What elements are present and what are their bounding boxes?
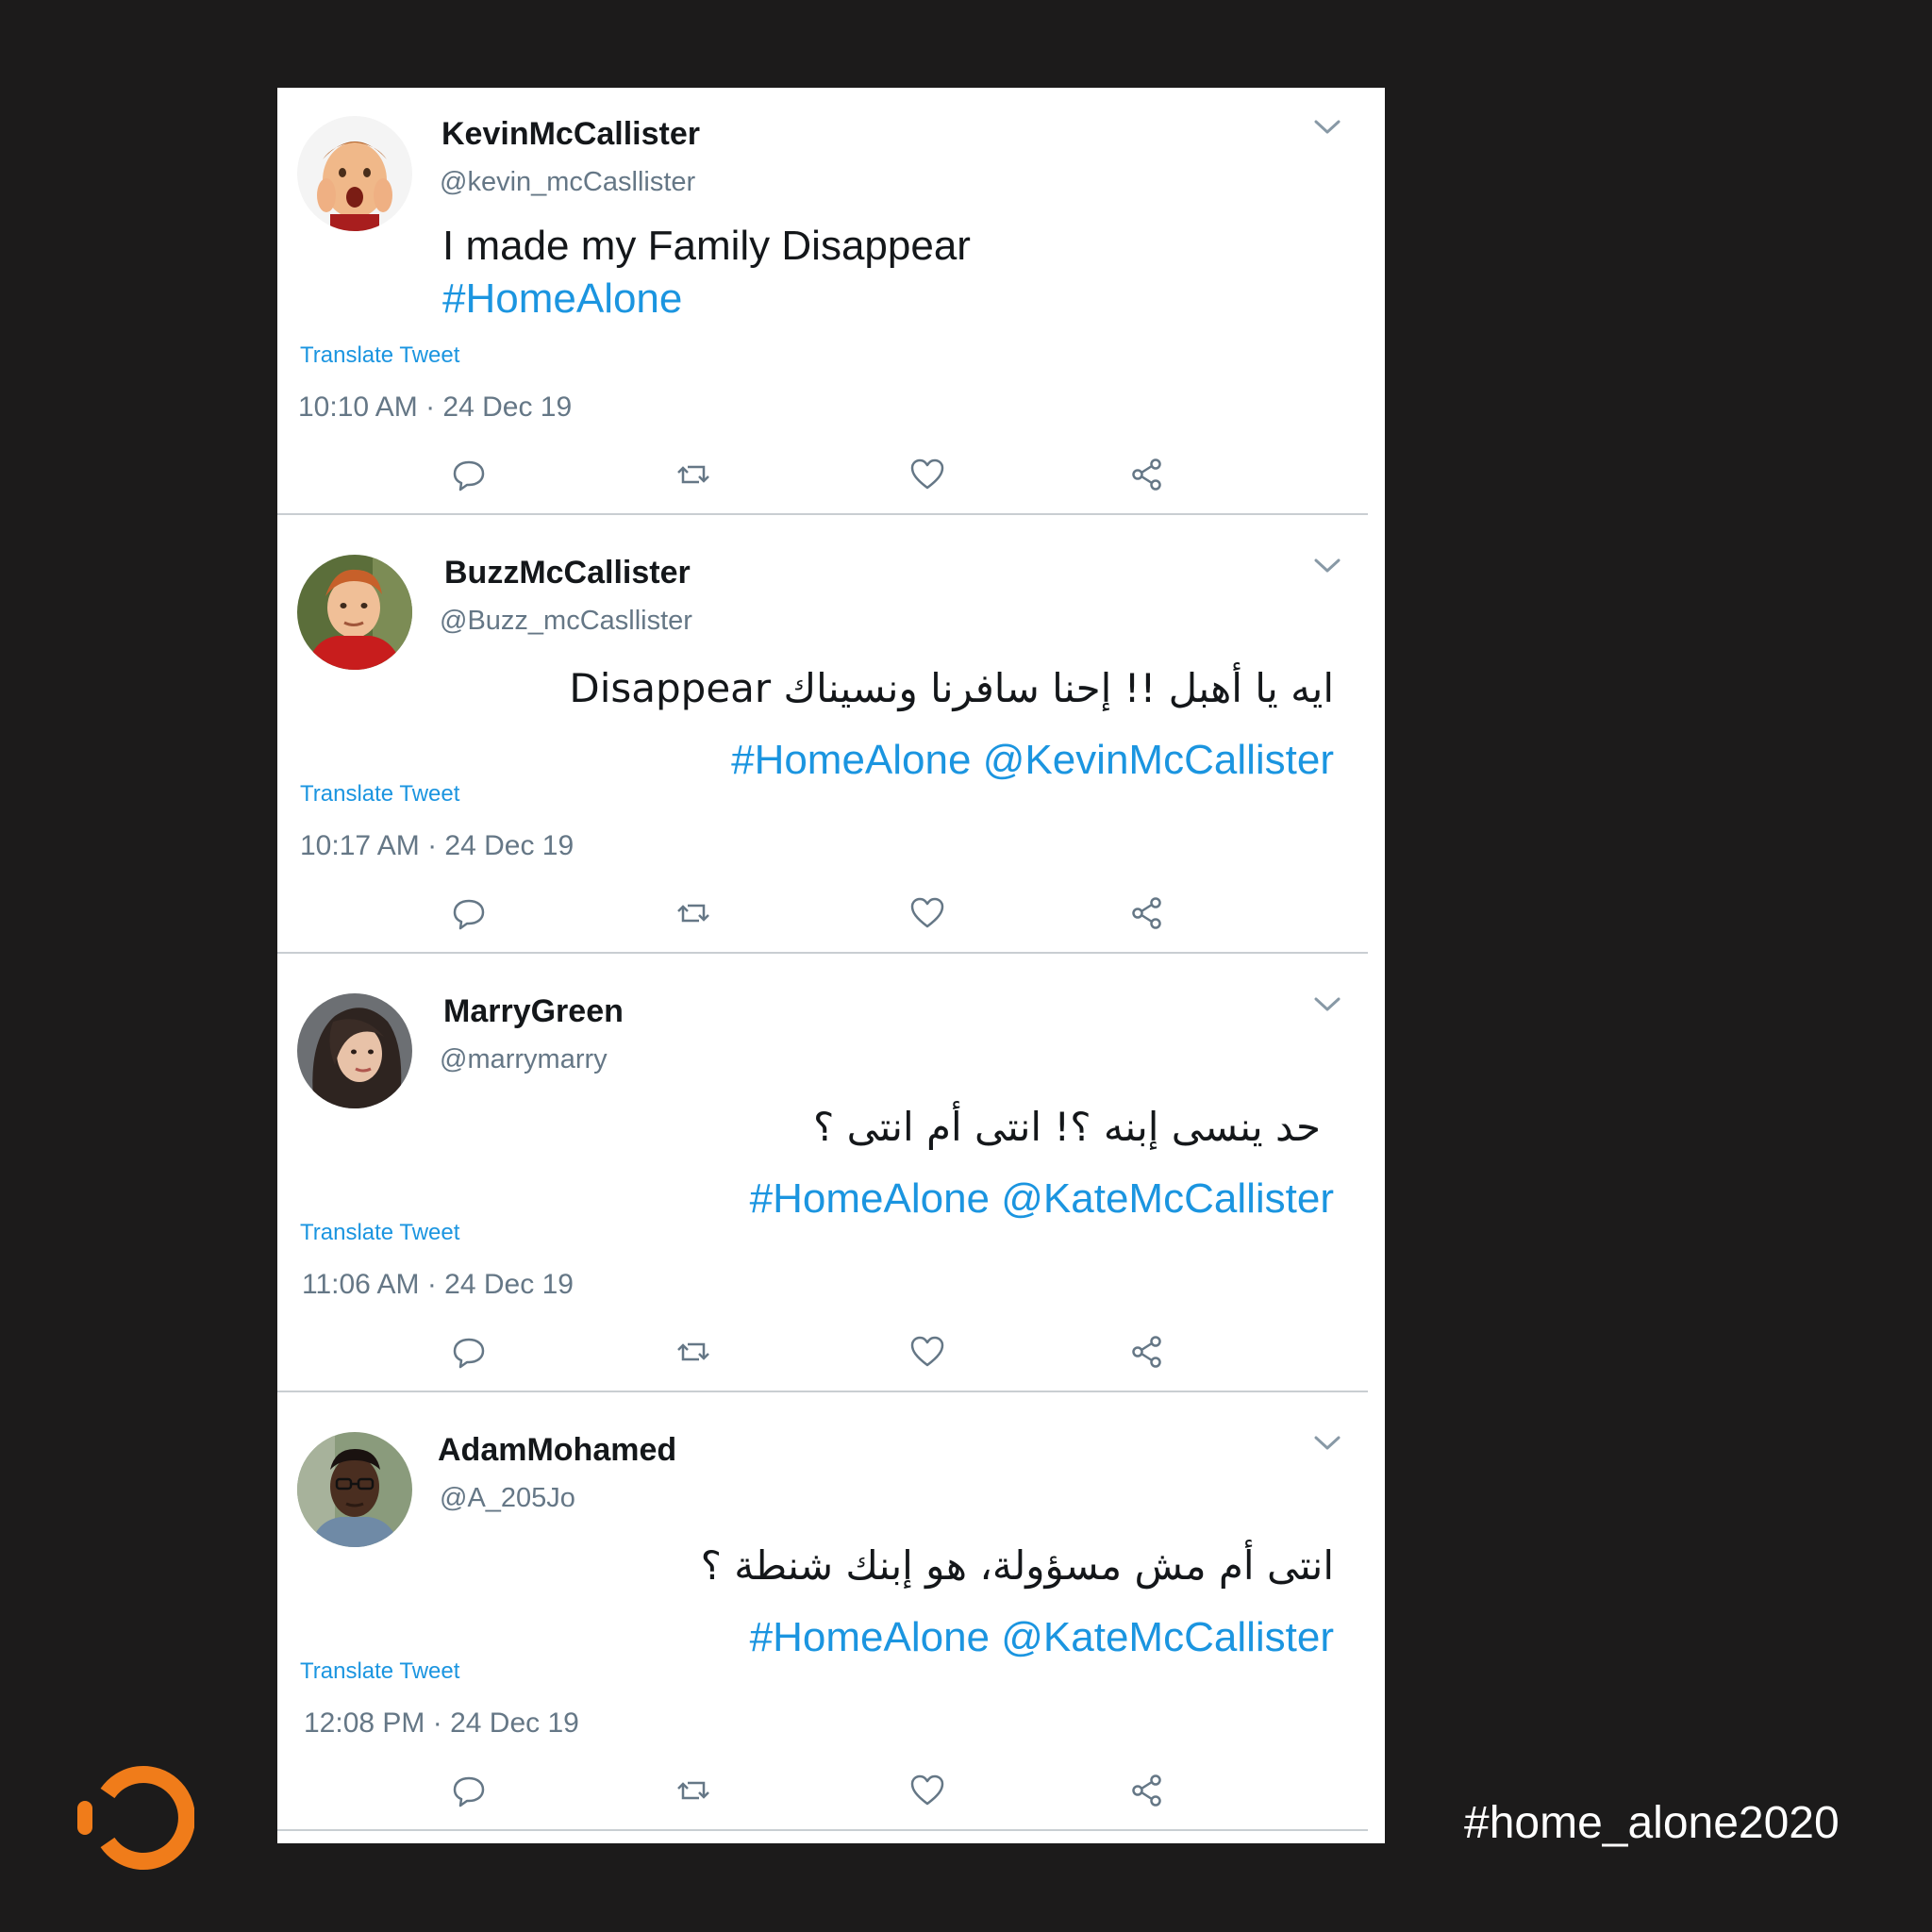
hashtag-mention-links[interactable]: #HomeAlone @KateMcCallister [701, 1602, 1334, 1674]
avatar[interactable] [297, 993, 412, 1108]
timestamp[interactable]: 10:10 AM · 24 Dec 19 [298, 391, 572, 424]
display-name[interactable]: AdamMohamed [438, 1432, 676, 1469]
avatar[interactable] [297, 1432, 412, 1547]
retweet-icon[interactable] [675, 1772, 712, 1809]
display-name[interactable]: MarryGreen [443, 993, 624, 1030]
tweet: AdamMohamed @A_205Jo انتى أم مش مسؤولة، … [277, 1404, 1385, 1842]
reply-icon[interactable] [450, 1333, 488, 1371]
reply-icon[interactable] [450, 456, 488, 493]
timestamp[interactable]: 10:17 AM · 24 Dec 19 [300, 830, 574, 862]
tweet-text-line: انتى أم مش مسؤولة، هو إبنك شنطة ؟ [700, 1542, 1334, 1589]
action-bar [277, 456, 1385, 493]
divider [277, 513, 1368, 515]
divider [277, 952, 1368, 954]
tweet-text: ايه يا أهبل !! إحنا سافرنا ونسيناك Disap… [569, 653, 1334, 796]
display-name[interactable]: BuzzMcCallister [444, 555, 691, 591]
action-bar [277, 1333, 1385, 1371]
tweet: BuzzMcCallister @Buzz_mcCasllister ايه ي… [277, 526, 1385, 965]
like-icon[interactable] [908, 894, 946, 932]
avatar[interactable] [297, 116, 412, 231]
hashtag-mention-links[interactable]: #HomeAlone @KevinMcCallister [569, 724, 1334, 796]
translate-tweet-link[interactable]: Translate Tweet [300, 1658, 459, 1685]
chevron-down-icon[interactable] [1311, 1432, 1343, 1453]
tweets-card: KevinMcCallister @kevin_mcCasllister I m… [277, 88, 1385, 1843]
translate-tweet-link[interactable]: Translate Tweet [300, 1220, 459, 1246]
hashtag-link[interactable]: #HomeAlone [442, 273, 971, 325]
divider [277, 1391, 1368, 1392]
tweet-text-line: I made my Family Disappear [442, 223, 971, 269]
display-name[interactable]: KevinMcCallister [441, 116, 700, 153]
tweet-text: I made my Family Disappear #HomeAlone [442, 220, 971, 325]
hashtag-mention-links[interactable]: #HomeAlone @KateMcCallister [750, 1163, 1334, 1235]
share-icon[interactable] [1128, 894, 1166, 932]
campaign-hashtag: #home_alone2020 [1464, 1798, 1840, 1848]
chevron-down-icon[interactable] [1311, 993, 1343, 1014]
retweet-icon[interactable] [675, 1333, 712, 1371]
action-bar [277, 1772, 1385, 1809]
avatar[interactable] [297, 555, 412, 670]
tweet: KevinMcCallister @kevin_mcCasllister I m… [277, 88, 1385, 526]
like-icon[interactable] [908, 1333, 946, 1371]
timestamp[interactable]: 12:08 PM · 24 Dec 19 [304, 1707, 579, 1740]
retweet-icon[interactable] [675, 456, 712, 493]
timestamp[interactable]: 11:06 AM · 24 Dec 19 [302, 1269, 574, 1301]
translate-tweet-link[interactable]: Translate Tweet [300, 342, 459, 369]
translate-tweet-link[interactable]: Translate Tweet [300, 781, 459, 808]
reply-icon[interactable] [450, 1772, 488, 1809]
share-icon[interactable] [1128, 1772, 1166, 1809]
brand-logo [74, 1765, 194, 1871]
share-icon[interactable] [1128, 456, 1166, 493]
reply-icon[interactable] [450, 894, 488, 932]
share-icon[interactable] [1128, 1333, 1166, 1371]
tweet-text-line: حد ينسى إبنه ؟! انتى أم انتى ؟ [812, 1104, 1321, 1150]
like-icon[interactable] [908, 1772, 946, 1809]
handle[interactable]: @A_205Jo [440, 1483, 575, 1514]
action-bar [277, 894, 1385, 932]
handle[interactable]: @Buzz_mcCasllister [440, 606, 692, 637]
handle[interactable]: @marrymarry [440, 1044, 608, 1075]
retweet-icon[interactable] [675, 894, 712, 932]
like-icon[interactable] [908, 456, 946, 493]
handle[interactable]: @kevin_mcCasllister [440, 167, 695, 198]
tweet-text-line: ايه يا أهبل !! إحنا سافرنا ونسيناك Disap… [569, 665, 1334, 711]
chevron-down-icon[interactable] [1311, 555, 1343, 575]
chevron-down-icon[interactable] [1311, 116, 1343, 137]
divider [277, 1829, 1368, 1831]
tweet-text: حد ينسى إبنه ؟! انتى أم انتى ؟ #HomeAlon… [750, 1091, 1334, 1235]
tweet-text: انتى أم مش مسؤولة، هو إبنك شنطة ؟ #HomeA… [701, 1530, 1334, 1674]
tweet: MarryGreen @marrymarry حد ينسى إبنه ؟! ا… [277, 965, 1385, 1404]
